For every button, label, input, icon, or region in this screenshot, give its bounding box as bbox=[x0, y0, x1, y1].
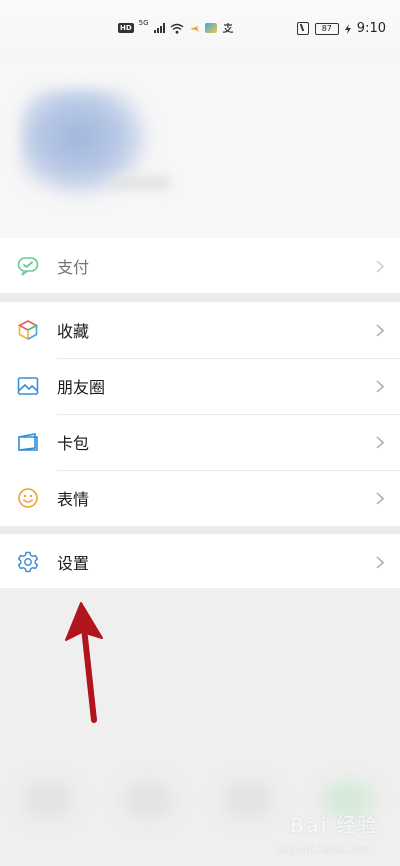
tab-contacts-blurred[interactable] bbox=[122, 780, 174, 820]
menu-item-pay[interactable]: 支付 bbox=[0, 238, 400, 294]
profile-header[interactable] bbox=[0, 58, 400, 238]
menu-group-pay: 支付 bbox=[0, 238, 400, 294]
tab-discover-blurred[interactable] bbox=[222, 780, 274, 820]
chevron-right-icon bbox=[374, 258, 386, 274]
chevron-right-icon bbox=[374, 378, 386, 394]
menu-group-settings: 设置 bbox=[0, 534, 400, 590]
menu-item-pay-label: 支付 bbox=[57, 258, 90, 277]
watermark-logo: Bai 经验 bbox=[289, 813, 378, 837]
moments-picture-icon bbox=[17, 375, 39, 397]
clock-time: 9:10 bbox=[356, 21, 386, 36]
menu-item-moments-label: 朋友圈 bbox=[57, 378, 106, 397]
flight-icon bbox=[189, 25, 199, 32]
status-bar: HD 5G 87 9:10 bbox=[0, 0, 400, 58]
nfc-icon bbox=[296, 22, 309, 35]
chevron-right-icon bbox=[374, 322, 386, 338]
network-type-label: 5G bbox=[138, 19, 149, 27]
chevron-right-icon bbox=[374, 490, 386, 506]
charging-icon bbox=[344, 23, 351, 34]
alipay-icon bbox=[222, 23, 233, 33]
status-left-icons: HD 5G bbox=[118, 19, 234, 34]
battery-icon: 87 bbox=[314, 22, 339, 35]
menu-item-settings[interactable]: 设置 bbox=[0, 534, 400, 590]
gear-icon bbox=[17, 551, 39, 573]
menu-item-favorites[interactable]: 收藏 bbox=[0, 302, 400, 358]
tab-chats-blurred[interactable] bbox=[22, 780, 74, 820]
menu-item-favorites-label: 收藏 bbox=[57, 322, 90, 341]
chevron-right-icon bbox=[374, 554, 386, 570]
signal-icon bbox=[153, 23, 165, 33]
menu-item-stickers-label: 表情 bbox=[57, 490, 90, 509]
favorites-cube-icon bbox=[17, 319, 39, 341]
watermark-url: jingyan.baidu.com bbox=[277, 845, 370, 856]
menu-item-moments[interactable]: 朋友圈 bbox=[0, 358, 400, 414]
menu-item-settings-label: 设置 bbox=[57, 554, 90, 573]
profile-id-blurred bbox=[110, 176, 170, 190]
wechat-pay-icon bbox=[17, 255, 39, 277]
section-divider bbox=[0, 526, 400, 534]
menu-item-cards-label: 卡包 bbox=[57, 434, 90, 453]
chevron-right-icon bbox=[374, 434, 386, 450]
section-divider bbox=[0, 293, 400, 302]
menu-item-stickers[interactable]: 表情 bbox=[0, 470, 400, 526]
card-wallet-icon bbox=[17, 431, 39, 453]
wifi-icon bbox=[170, 23, 184, 34]
smiley-icon bbox=[17, 487, 39, 509]
status-right-icons: 87 9:10 bbox=[296, 21, 386, 36]
red-arrow-annotation bbox=[65, 602, 103, 723]
app-notification-icon bbox=[204, 23, 217, 33]
menu-group-main: 收藏 朋友圈 卡包 表情 bbox=[0, 302, 400, 526]
hd-icon: HD bbox=[118, 23, 134, 33]
menu-item-cards[interactable]: 卡包 bbox=[0, 414, 400, 470]
